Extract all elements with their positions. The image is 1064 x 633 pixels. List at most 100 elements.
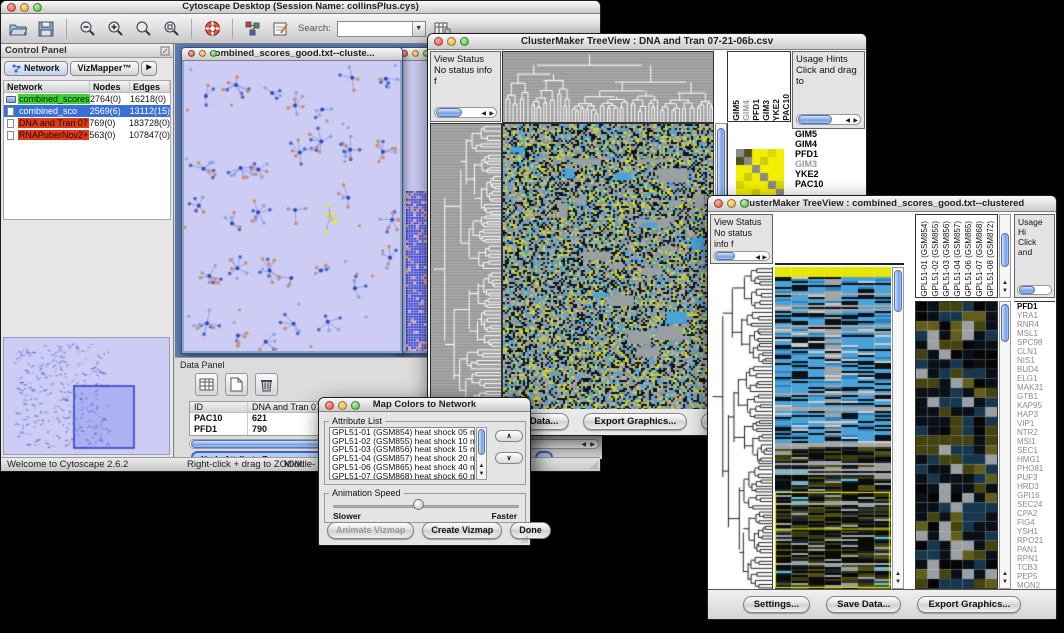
treeview2-title-bar[interactable]: ClusterMaker TreeView : combined_scores_… bbox=[708, 196, 1056, 212]
scrollbar-thumb[interactable] bbox=[894, 270, 902, 312]
col-edges[interactable]: Edges bbox=[130, 81, 170, 92]
gene-label[interactable]: BUD4 bbox=[1014, 365, 1055, 374]
zoom-window-icon[interactable] bbox=[740, 199, 749, 208]
resize-grip-icon[interactable] bbox=[519, 534, 529, 544]
gene-label[interactable]: RPN1 bbox=[1014, 554, 1055, 563]
id-column-header[interactable]: ID bbox=[190, 402, 248, 412]
zoom-window-icon[interactable] bbox=[460, 37, 469, 46]
float-panel-icon[interactable] bbox=[160, 46, 170, 56]
move-down-button[interactable]: ∨ bbox=[495, 452, 523, 464]
animate-vizmap-button[interactable]: Animate Vizmap bbox=[327, 522, 414, 539]
attribute-list-vscrollbar[interactable]: ▲ ▼ bbox=[476, 427, 487, 480]
close-icon[interactable] bbox=[188, 50, 195, 57]
treeview-button[interactable]: Save Data... bbox=[826, 596, 901, 613]
gene-list[interactable]: PFD1YRA1RNR4MSL1SPC98CLN1NIS1BUD4ELG1MAK… bbox=[1014, 301, 1055, 589]
column-label[interactable]: YKE2 bbox=[771, 99, 781, 121]
network-view-window-1[interactable]: combined_scores_good.txt--cluste... bbox=[181, 47, 403, 354]
gene-label[interactable]: PHO81 bbox=[1014, 464, 1055, 473]
window-controls[interactable] bbox=[7, 3, 42, 12]
scroll-left-icon[interactable]: ◀ bbox=[845, 116, 850, 127]
zoom-heatmap-vscrollbar[interactable]: ▲ ▼ bbox=[999, 301, 1011, 589]
network-table-header[interactable]: Network Nodes Edges bbox=[4, 81, 170, 93]
scrollbar-thumb[interactable] bbox=[1019, 286, 1035, 294]
gene-label[interactable]: GPI16 bbox=[1014, 491, 1055, 500]
gene-label[interactable]: YKE2 bbox=[792, 169, 865, 179]
scroll-down-icon[interactable]: ▼ bbox=[1000, 287, 1010, 295]
tab-overflow-arrow[interactable]: ▶ bbox=[141, 61, 156, 76]
scroll-left-icon[interactable]: ◀ bbox=[581, 441, 586, 449]
gene-label[interactable]: MON2 bbox=[1014, 581, 1055, 589]
gene-label[interactable]: CLN1 bbox=[1014, 347, 1055, 356]
scroll-right-icon[interactable]: ▶ bbox=[489, 109, 494, 120]
column-labels-vscrollbar[interactable]: ▲ ▼ bbox=[999, 214, 1011, 298]
gene-label[interactable]: TCB3 bbox=[1014, 563, 1055, 572]
network-row[interactable]: RNAPuberNov2+ 563(0) 107847(0) bbox=[4, 129, 170, 141]
gene-label[interactable]: MSL1 bbox=[1014, 329, 1055, 338]
usage-hints-hscrollbar[interactable]: ◀ ▶ bbox=[796, 114, 861, 125]
gene-label[interactable]: RPO21 bbox=[1014, 536, 1055, 545]
col-nodes[interactable]: Nodes bbox=[90, 81, 130, 92]
scrollbar-thumb[interactable] bbox=[436, 108, 462, 117]
minimize-icon[interactable] bbox=[727, 199, 736, 208]
close-icon[interactable] bbox=[325, 401, 334, 410]
scroll-down-icon[interactable]: ▼ bbox=[893, 578, 903, 586]
resize-grip-icon[interactable] bbox=[589, 460, 599, 470]
gene-label[interactable]: FIG4 bbox=[1014, 518, 1055, 527]
birdseye-view[interactable] bbox=[3, 337, 170, 455]
help-ring-icon[interactable] bbox=[201, 18, 223, 40]
gene-label[interactable]: SPC98 bbox=[1014, 338, 1055, 347]
column-label[interactable]: GPL51-08 (GSM872) bbox=[985, 221, 996, 297]
gene-label[interactable]: PEP5 bbox=[1014, 572, 1055, 581]
zoom-out-icon[interactable] bbox=[76, 18, 98, 40]
gene-label[interactable]: CPA2 bbox=[1014, 509, 1055, 518]
gene-label[interactable]: KAP95 bbox=[1014, 401, 1055, 410]
vizmap-squares-icon[interactable] bbox=[242, 18, 264, 40]
column-label[interactable]: GPL51-03 (GSM856) bbox=[941, 221, 952, 297]
tab-network[interactable]: Network bbox=[4, 61, 68, 76]
column-labels[interactable]: GIM5GIM4PFD1GIM3YKE2PAC10 bbox=[727, 51, 791, 122]
network-row[interactable]: combined_sco 2569(6) 13112(15) bbox=[4, 105, 170, 117]
gene-label[interactable]: GIM5 bbox=[792, 129, 865, 139]
minimize-icon[interactable] bbox=[338, 401, 347, 410]
zoom-window-icon[interactable] bbox=[210, 50, 217, 57]
gene-label[interactable]: SEC24 bbox=[1014, 500, 1055, 509]
minimize-icon[interactable] bbox=[447, 37, 456, 46]
column-label[interactable]: GIM4 bbox=[741, 100, 751, 121]
gene-label[interactable]: ELG1 bbox=[1014, 374, 1055, 383]
scroll-up-icon[interactable]: ▲ bbox=[893, 570, 903, 578]
scrollbar-thumb[interactable] bbox=[478, 429, 485, 455]
create-vizmap-button[interactable]: Create Vizmap bbox=[422, 522, 502, 539]
row-dendrogram[interactable] bbox=[430, 123, 502, 409]
gene-label[interactable]: HMG1 bbox=[1014, 455, 1055, 464]
scroll-right-icon[interactable]: ▶ bbox=[762, 253, 767, 264]
gene-label[interactable]: NIS1 bbox=[1014, 356, 1055, 365]
gene-label[interactable]: GTB1 bbox=[1014, 392, 1055, 401]
network-canvas-1[interactable] bbox=[184, 61, 400, 351]
close-icon[interactable] bbox=[714, 199, 723, 208]
network-row[interactable]: DNA and Tran 07 769(0) 183728(0) bbox=[4, 117, 170, 129]
row-dendrogram[interactable] bbox=[710, 267, 773, 589]
zoom-heatmap[interactable] bbox=[915, 301, 998, 589]
minimize-icon[interactable] bbox=[20, 3, 29, 12]
column-label[interactable]: PAC10 bbox=[781, 94, 791, 121]
scroll-left-icon[interactable]: ◀ bbox=[481, 109, 486, 120]
zoom-window-icon[interactable] bbox=[351, 401, 360, 410]
column-label[interactable]: GIM5 bbox=[731, 100, 741, 121]
heatmap-vscrollbar[interactable]: ▲ ▼ bbox=[892, 267, 904, 589]
column-label[interactable]: GPL51-06 (GSM865) bbox=[963, 221, 974, 297]
gene-label[interactable]: YSH1 bbox=[1014, 527, 1055, 536]
column-label[interactable]: GPL51-04 (GSM857) bbox=[952, 221, 963, 297]
column-labels[interactable]: GPL51-01 (GSM854)GPL51-02 (GSM855)GPL51-… bbox=[915, 214, 998, 298]
scroll-right-icon[interactable]: ▶ bbox=[853, 116, 858, 127]
main-title-bar[interactable]: Cytoscape Desktop (Session Name: collins… bbox=[1, 1, 600, 14]
gene-label[interactable]: YRA1 bbox=[1014, 311, 1055, 320]
minimize-icon[interactable] bbox=[199, 50, 206, 57]
dialog-title-bar[interactable]: Map Colors to Network bbox=[319, 398, 530, 412]
scrollbar-thumb[interactable] bbox=[715, 252, 735, 260]
gene-label[interactable]: PAN1 bbox=[1014, 545, 1055, 554]
treeview-button[interactable]: Export Graphics... bbox=[917, 596, 1021, 613]
column-dendrogram[interactable] bbox=[502, 51, 714, 123]
heatmap[interactable] bbox=[502, 123, 714, 409]
gene-label[interactable]: RNR4 bbox=[1014, 320, 1055, 329]
column-label[interactable]: GPL51-02 (GSM855) bbox=[930, 221, 941, 297]
